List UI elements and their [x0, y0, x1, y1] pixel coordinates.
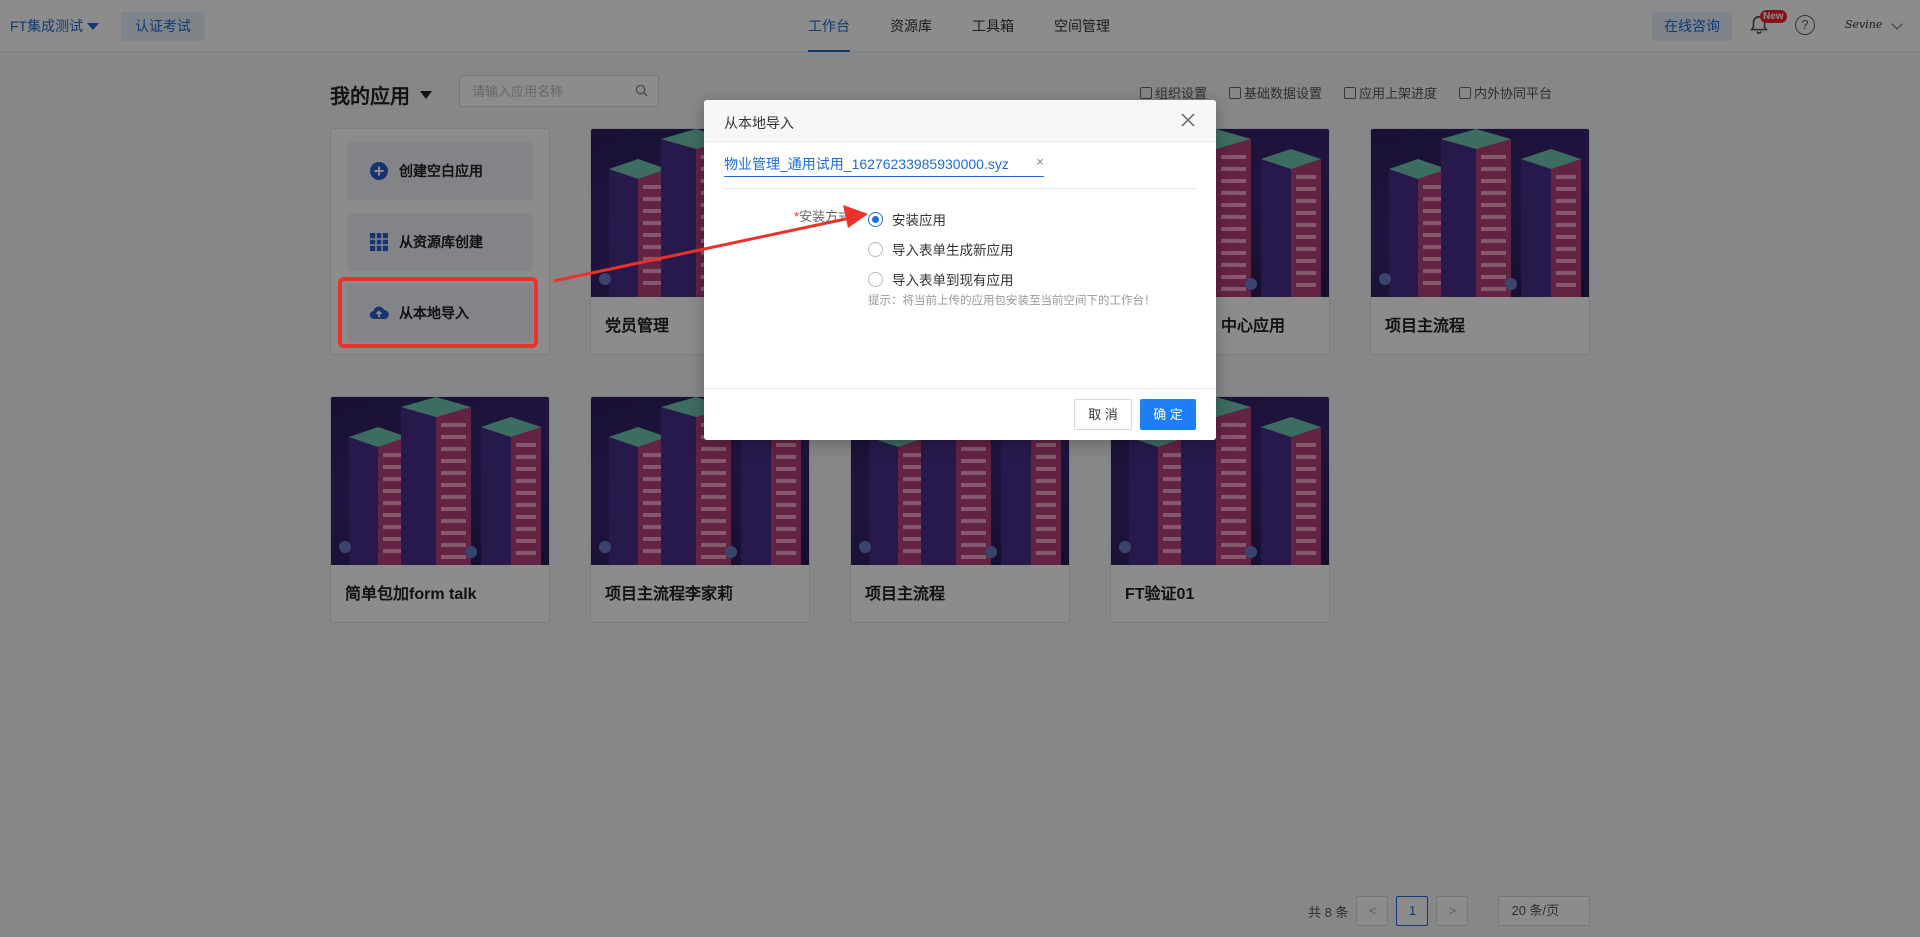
uploaded-file-name[interactable]: 物业管理_通用试用_16276233985930000.syz: [724, 154, 1009, 174]
radio-import-form-existing-app[interactable]: 导入表单到现有应用: [868, 264, 1014, 294]
install-method-label: *安装方式: [794, 206, 851, 225]
radio-label: 导入表单到现有应用: [892, 273, 1014, 288]
import-dialog: 从本地导入 物业管理_通用试用_16276233985930000.syz × …: [704, 100, 1216, 440]
install-method-radio-group: 安装应用 导入表单生成新应用 导入表单到现有应用: [868, 204, 1014, 294]
annotation-highlight-box: [338, 277, 538, 348]
remove-file-icon[interactable]: ×: [1036, 154, 1044, 174]
install-method-label-text: 安装方式: [799, 209, 852, 224]
uploaded-file: 物业管理_通用试用_16276233985930000.syz ×: [724, 154, 1044, 177]
radio-button[interactable]: [868, 271, 883, 287]
radio-import-form-new-app[interactable]: 导入表单生成新应用: [868, 234, 1014, 264]
confirm-button[interactable]: 确 定: [1140, 399, 1196, 430]
radio-label: 导入表单生成新应用: [892, 243, 1014, 258]
divider: [724, 188, 1196, 189]
radio-install-app[interactable]: 安装应用: [868, 204, 1014, 234]
dialog-header: 从本地导入: [704, 100, 1216, 142]
dialog-title: 从本地导入: [724, 115, 794, 131]
radio-button[interactable]: [868, 241, 883, 257]
radio-button[interactable]: [868, 211, 883, 227]
dialog-footer: 取 消 确 定: [704, 388, 1216, 440]
hint-text: 提示：将当前上传的应用包安装至当前空间下的工作台！: [868, 295, 1156, 307]
close-icon[interactable]: [1180, 112, 1196, 128]
radio-label: 安装应用: [892, 213, 946, 228]
cancel-button[interactable]: 取 消: [1074, 399, 1132, 430]
